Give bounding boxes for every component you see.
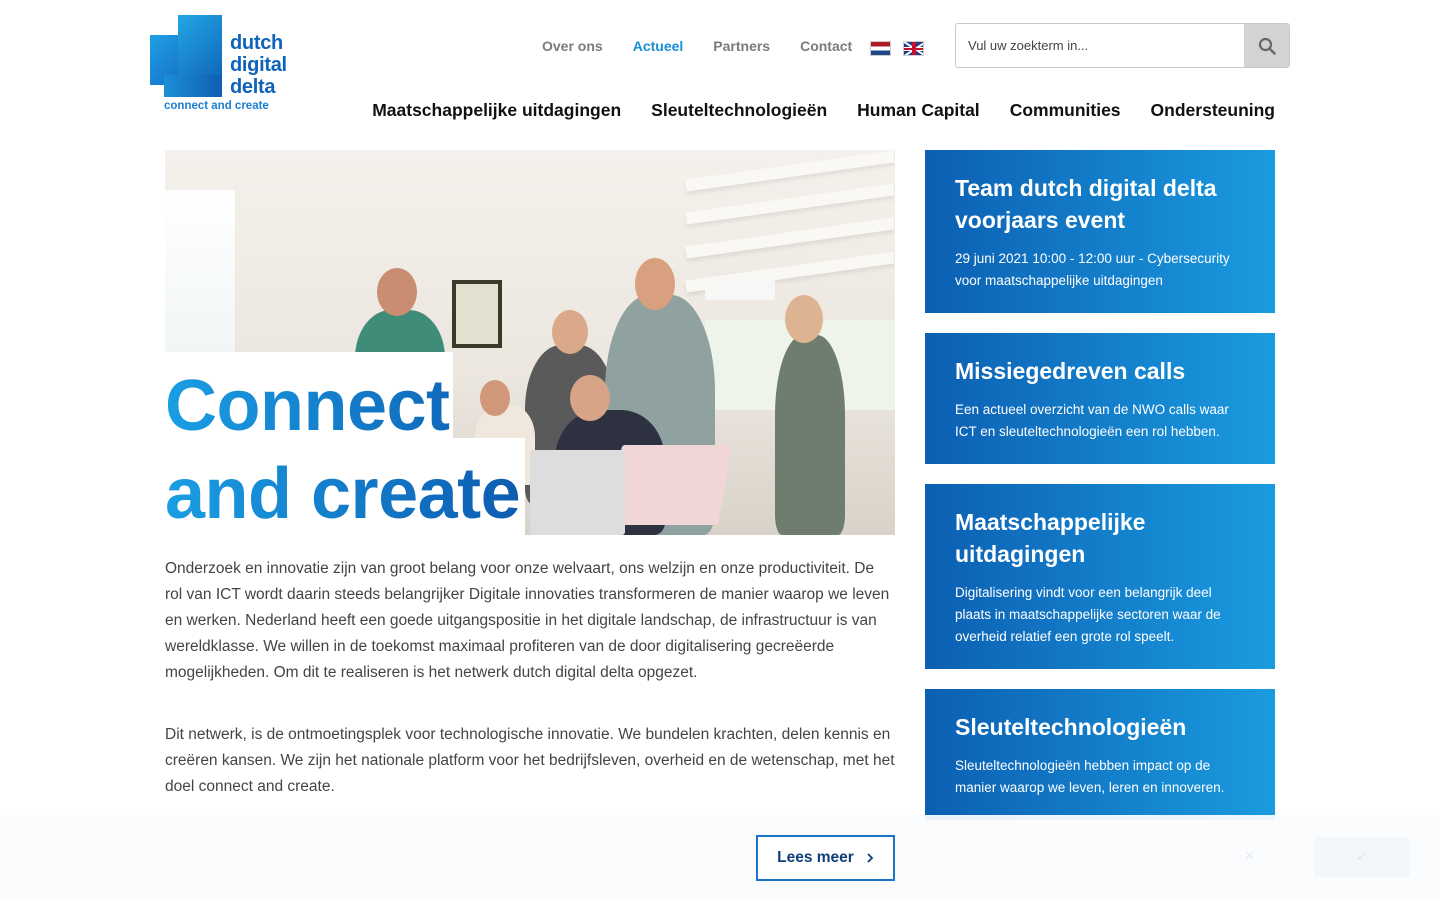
intro-paragraph-2: Dit netwerk, is de ontmoetingsplek voor … bbox=[165, 726, 895, 795]
uk-flag-icon[interactable] bbox=[903, 41, 924, 56]
card-text: Digitalisering vindt voor een belangrijk… bbox=[955, 585, 1221, 644]
chevron-right-icon bbox=[867, 853, 874, 863]
search-icon bbox=[1258, 37, 1276, 55]
intro-paragraph-1: Onderzoek en innovatie zijn van groot be… bbox=[165, 560, 890, 681]
search-button[interactable] bbox=[1244, 24, 1289, 67]
logo-tagline: connect and create bbox=[164, 100, 269, 112]
hero-title: Connect and create bbox=[165, 362, 520, 538]
cookie-accept-button[interactable]: ✓ bbox=[1314, 837, 1410, 877]
mainnav-communities[interactable]: Communities bbox=[1010, 100, 1121, 121]
card-title: Missiegedreven calls bbox=[955, 358, 1186, 384]
card-title: Maatschappelijke uitdagingen bbox=[955, 509, 1146, 567]
search-input[interactable] bbox=[956, 24, 1244, 67]
card-text: Een actueel overzicht van de NWO calls w… bbox=[955, 402, 1229, 439]
nl-flag-icon[interactable] bbox=[870, 41, 891, 56]
lees-meer-button[interactable]: Lees meer bbox=[756, 835, 895, 881]
topnav-contact[interactable]: Contact bbox=[800, 38, 852, 54]
site-logo[interactable]: dutch digital delta connect and create bbox=[150, 15, 295, 115]
card-title: Sleuteltechnologieën bbox=[955, 714, 1187, 740]
topnav-partners[interactable]: Partners bbox=[713, 38, 770, 54]
topnav-actueel[interactable]: Actueel bbox=[633, 38, 684, 54]
search-bar bbox=[955, 23, 1290, 68]
card-maatschappelijke-uitdagingen[interactable]: Maatschappelijke uitdagingen Digitaliser… bbox=[925, 484, 1275, 669]
topnav-over-ons[interactable]: Over ons bbox=[542, 38, 603, 54]
logo-wordmark: dutch digital delta bbox=[230, 32, 287, 98]
card-title: Team dutch digital delta voorjaars event bbox=[955, 175, 1217, 233]
card-text: Sleuteltechnologieën hebben impact op de… bbox=[955, 758, 1225, 795]
mainnav-maatschappelijke-uitdagingen[interactable]: Maatschappelijke uitdagingen bbox=[372, 100, 621, 121]
mainnav-human-capital[interactable]: Human Capital bbox=[857, 100, 980, 121]
mainnav-ondersteuning[interactable]: Ondersteuning bbox=[1151, 100, 1275, 121]
lees-meer-label: Lees meer bbox=[777, 849, 854, 866]
mainnav-sleuteltechnologieen[interactable]: Sleuteltechnologieën bbox=[651, 100, 827, 121]
card-voorjaars-event[interactable]: Team dutch digital delta voorjaars event… bbox=[925, 150, 1275, 313]
cookie-bar bbox=[0, 815, 1440, 900]
card-text: 29 juni 2021 10:00 - 12:00 uur - Cyberse… bbox=[955, 251, 1230, 288]
card-missiegedreven-calls[interactable]: Missiegedreven calls Een actueel overzic… bbox=[925, 333, 1275, 464]
main-navigation: Maatschappelijke uitdagingen Sleuteltech… bbox=[372, 100, 1275, 121]
top-navigation: Over ons Actueel Partners Contact bbox=[542, 38, 882, 54]
card-sleuteltechnologieen[interactable]: Sleuteltechnologieën Sleuteltechnologieë… bbox=[925, 689, 1275, 820]
intro-text: Onderzoek en innovatie zijn van groot be… bbox=[165, 556, 895, 836]
cookie-decline-button[interactable]: ✕ bbox=[1244, 848, 1255, 864]
